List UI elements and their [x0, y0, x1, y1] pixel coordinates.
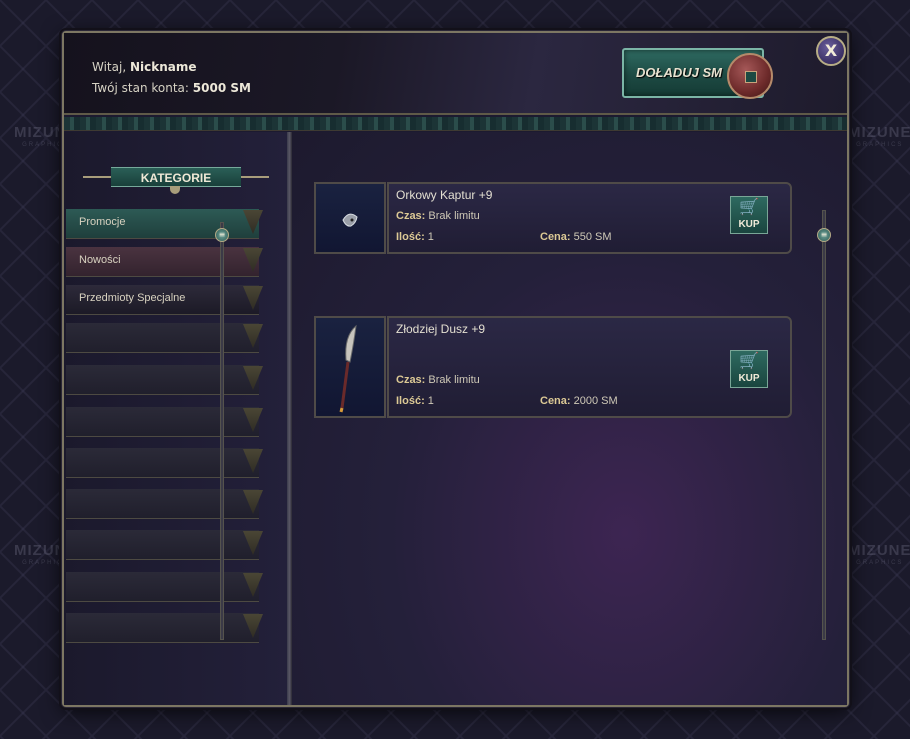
item-price: Cena: 550 SM — [540, 231, 612, 243]
decorative-border — [64, 117, 847, 131]
shop-item: Orkowy Kaptur +9 Czas: Brak limitu Ilość… — [314, 182, 792, 254]
buy-button[interactable]: 🛒 KUP — [730, 196, 768, 234]
category-item-empty[interactable] — [66, 489, 263, 519]
balance-label: Twój stan konta: — [92, 81, 189, 95]
greeting-prefix: Witaj, — [92, 60, 127, 74]
scroll-track[interactable] — [220, 222, 224, 640]
arrow-icon — [243, 210, 263, 234]
item-thumbnail[interactable] — [314, 316, 386, 418]
glaive-icon — [339, 324, 357, 413]
arrow-icon — [243, 531, 263, 555]
scroll-track[interactable] — [822, 210, 826, 640]
quantity-value: 1 — [427, 231, 434, 243]
balance-value: 5000 SM — [192, 81, 251, 95]
category-item-empty[interactable] — [66, 323, 263, 353]
cart-icon: 🛒 — [739, 353, 759, 370]
arrow-icon — [243, 408, 263, 432]
category-item-empty[interactable] — [66, 365, 263, 395]
cart-icon: 🛒 — [739, 199, 759, 216]
arrow-icon — [243, 366, 263, 390]
scroll-thumb-icon[interactable]: ≡ — [817, 228, 831, 242]
category-header: KATEGORIE — [83, 167, 269, 194]
close-button[interactable]: X — [816, 36, 846, 66]
item-price: Cena: 2000 SM — [540, 395, 618, 407]
account-info: Witaj, Nickname Twój stan konta: 5000 SM — [92, 57, 251, 99]
quantity-label: Ilość: — [396, 395, 425, 407]
arrow-icon — [243, 449, 263, 473]
price-value: 550 SM — [573, 231, 612, 243]
buy-button[interactable]: 🛒 KUP — [730, 350, 768, 388]
scroll-thumb-icon[interactable]: ≡ — [215, 228, 229, 242]
category-item-nowosci[interactable]: Nowości — [66, 247, 263, 277]
arrow-icon — [243, 286, 263, 310]
item-name: Złodziej Dusz +9 — [396, 322, 486, 336]
balance-line: Twój stan konta: 5000 SM — [92, 78, 251, 99]
category-label: Promocje — [79, 216, 126, 228]
close-icon: X — [824, 41, 838, 60]
category-item-empty[interactable] — [66, 448, 263, 478]
greeting-line: Witaj, Nickname — [92, 57, 251, 78]
quantity-label: Ilość: — [396, 231, 425, 243]
arrow-icon — [243, 324, 263, 348]
category-item-promocje[interactable]: Promocje — [66, 209, 263, 239]
category-item-empty[interactable] — [66, 530, 263, 560]
arrow-icon — [243, 490, 263, 514]
time-value: Brak limitu — [428, 210, 480, 222]
ornament — [83, 176, 111, 178]
coin-icon — [727, 53, 773, 99]
item-name: Orkowy Kaptur +9 — [396, 188, 493, 202]
item-time: Czas: Brak limitu — [396, 210, 480, 222]
arrow-icon — [243, 573, 263, 597]
time-value: Brak limitu — [428, 374, 480, 386]
price-label: Cena: — [540, 231, 571, 243]
category-title: KATEGORIE — [140, 171, 212, 185]
shop-header: Witaj, Nickname Twój stan konta: 5000 SM… — [64, 33, 847, 115]
item-thumbnail[interactable] — [314, 182, 386, 254]
category-item-przedmioty-specjalne[interactable]: Przedmioty Specjalne — [66, 285, 263, 315]
ornament — [170, 186, 180, 194]
price-label: Cena: — [540, 395, 571, 407]
nickname: Nickname — [129, 60, 197, 74]
time-label: Czas: — [396, 374, 426, 386]
quantity-value: 1 — [427, 395, 434, 407]
watermark: MIZUNEGRAPHICS — [848, 124, 910, 148]
price-value: 2000 SM — [573, 395, 618, 407]
category-item-empty[interactable] — [66, 572, 263, 602]
category-title-plate: KATEGORIE — [111, 167, 241, 187]
arrow-icon — [243, 614, 263, 638]
topup-button[interactable]: DOŁADUJ SM — [622, 48, 773, 99]
category-item-empty[interactable] — [66, 407, 263, 437]
item-shop-window: Witaj, Nickname Twój stan konta: 5000 SM… — [62, 31, 849, 707]
time-label: Czas: — [396, 210, 426, 222]
buy-label: KUP — [738, 373, 760, 384]
item-time: Czas: Brak limitu — [396, 374, 480, 386]
hood-icon — [342, 213, 358, 227]
category-item-empty[interactable] — [66, 613, 263, 643]
watermark: MIZUNEGRAPHICS — [848, 542, 910, 566]
category-label: Przedmioty Specjalne — [79, 292, 186, 304]
item-list: Orkowy Kaptur +9 Czas: Brak limitu Ilość… — [292, 132, 847, 705]
item-quantity: Ilość: 1 — [396, 395, 434, 407]
ornament — [241, 176, 269, 178]
category-sidebar: KATEGORIE Promocje Nowości Przedmioty Sp… — [64, 132, 288, 705]
shop-item: Złodziej Dusz +9 Czas: Brak limitu Ilość… — [314, 316, 792, 418]
item-quantity: Ilość: 1 — [396, 231, 434, 243]
topup-label: DOŁADUJ SM — [636, 65, 722, 80]
arrow-icon — [243, 248, 263, 272]
category-label: Nowości — [79, 254, 121, 266]
buy-label: KUP — [738, 219, 760, 230]
